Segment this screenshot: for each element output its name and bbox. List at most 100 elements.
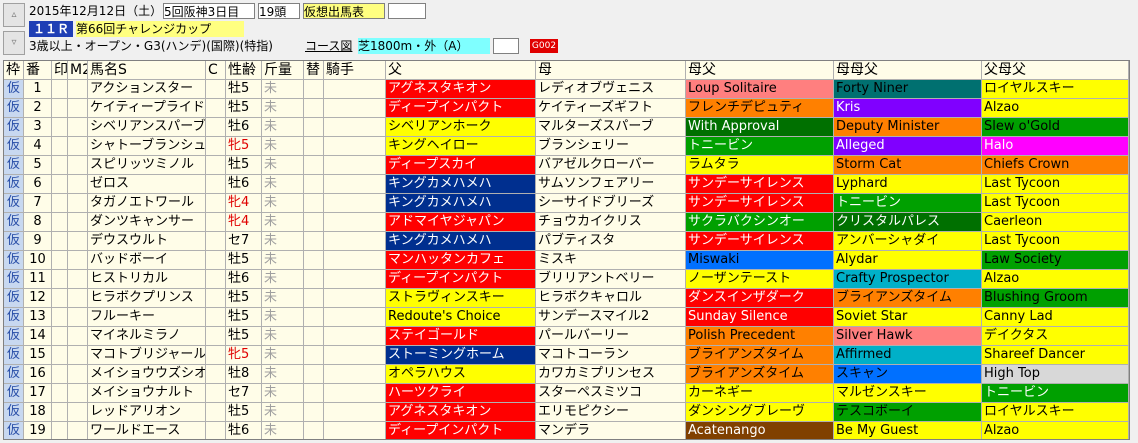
col-header-sire[interactable]: 父: [386, 61, 536, 79]
table-row[interactable]: 仮 7 タガノエトワール 牝4 未 キングカメハメハ シーサイドブリーズ サンデーサイレンスト…: [4, 194, 1129, 213]
col-header-bms-bms[interactable]: 母母父: [834, 61, 982, 79]
table-row[interactable]: 仮 8 ダンツキャンサー 牝4 未 アドマイヤジャパン チョウカイクリス サクラバクシンオーク…: [4, 213, 1129, 232]
jockey-name: [324, 422, 386, 439]
jockey-name: [324, 270, 386, 288]
table-row[interactable]: 仮 2 ケイティープライド 牡5 未 ディープインパクト ケイティーズギフト フレンチデピュテ…: [4, 99, 1129, 118]
weight-cell: 未: [262, 194, 304, 212]
mark-cell: [52, 232, 68, 250]
table-row[interactable]: 仮 18 レッドアリオン 牡5 未 アグネスタキオン エリモピクシー ダンシングブレーヴ テスコ…: [4, 403, 1129, 422]
jockey-change: [304, 327, 324, 345]
table-row[interactable]: 仮 10 バッドボーイ 牡5 未 マンハッタンカフェ ミスキ Miswaki Alydar Law…: [4, 251, 1129, 270]
col-header-horse-name[interactable]: 馬名S: [88, 61, 206, 79]
down-arrow-icon[interactable]: ▿: [3, 31, 25, 55]
mark-cell: [52, 80, 68, 98]
col-header-weight[interactable]: 斤量: [262, 61, 304, 79]
horse-name: メイショウナルト: [88, 384, 206, 402]
col-header-waku[interactable]: 枠: [4, 61, 24, 79]
jockey-name: [324, 403, 386, 421]
table-row[interactable]: 仮 16 メイショウウズシオ 牡8 未 オペラハウス カワカミプリンセス ブライアンズタイムス…: [4, 365, 1129, 384]
jockey-change: [304, 213, 324, 231]
waku-cell: 仮: [4, 99, 24, 117]
sex-age: 牡5: [226, 308, 262, 326]
col-header-m2[interactable]: M2: [68, 61, 88, 79]
table-row[interactable]: 仮 6 ゼロス 牡6 未 キングカメハメハ サムソンフェアリー サンデーサイレンス Lyphar…: [4, 175, 1129, 194]
blank-box[interactable]: [388, 3, 426, 19]
col-header-c[interactable]: C: [206, 61, 226, 79]
waku-cell: 仮: [4, 270, 24, 288]
broodmare-sire: フレンチデピュティ: [686, 99, 834, 117]
weight-cell: 未: [262, 289, 304, 307]
sire-name: Redoute's Choice: [386, 308, 536, 326]
weight-cell: 未: [262, 118, 304, 136]
jockey-name: [324, 194, 386, 212]
jockey-name: [324, 175, 386, 193]
sire-name: ディープインパクト: [386, 270, 536, 288]
m2-cell: [68, 232, 88, 250]
sire-sire: Last Tycoon: [982, 232, 1129, 250]
horse-number: 3: [24, 118, 52, 136]
sire-sire: High Top: [982, 365, 1129, 383]
jockey-change: [304, 403, 324, 421]
horse-number: 4: [24, 137, 52, 155]
table-row[interactable]: 仮 5 スピリッツミノル 牡5 未 ディープスカイ バアゼルクローバー ラムタラ Storm C…: [4, 156, 1129, 175]
up-arrow-icon[interactable]: ▵: [3, 3, 25, 27]
jockey-change: [304, 232, 324, 250]
table-row[interactable]: 仮 14 マイネルミラノ 牡5 未 ステイゴールド パールバーリー Polish Preced…: [4, 327, 1129, 346]
horse-number: 10: [24, 251, 52, 269]
blank-box-2[interactable]: [493, 38, 519, 54]
bms-bms: クリスタルパレス: [834, 213, 982, 231]
table-row[interactable]: 仮 11 ヒストリカル 牡6 未 ディープインパクト ブリリアントベリー ノーザンテースト Cr…: [4, 270, 1129, 289]
c-cell: [206, 403, 226, 421]
waku-cell: 仮: [4, 251, 24, 269]
weight-cell: 未: [262, 384, 304, 402]
col-header-sire-sire[interactable]: 父母父: [982, 61, 1129, 79]
waku-cell: 仮: [4, 308, 24, 326]
dam-name: チョウカイクリス: [536, 213, 686, 231]
course-map-link[interactable]: コース図: [305, 38, 355, 54]
sire-name: キングカメハメハ: [386, 232, 536, 250]
col-header-jockey-change[interactable]: 替: [304, 61, 324, 79]
table-row[interactable]: 仮 13 フルーキー 牡5 未 Redoute's Choice サンデースマイル2 Sund…: [4, 308, 1129, 327]
m2-cell: [68, 99, 88, 117]
course-info: 芝1800m・外（A）: [358, 38, 490, 54]
bms-bms: Forty Niner: [834, 80, 982, 98]
jockey-name: [324, 308, 386, 326]
race-conditions: 3歳以上・オープン・G3(ハンデ)(国際)(特指): [29, 39, 273, 53]
weight-cell: 未: [262, 327, 304, 345]
table-row[interactable]: 仮 1 アクションスター 牡5 未 アグネスタキオン レディオブヴェニス Loup Solit…: [4, 80, 1129, 99]
broodmare-sire: Loup Solitaire: [686, 80, 834, 98]
dam-name: レディオブヴェニス: [536, 80, 686, 98]
horse-name: シベリアンスパーブ: [90, 118, 206, 136]
scrollbar[interactable]: [1130, 60, 1138, 440]
table-row[interactable]: 仮 4 シャトーブランシュ 牝5 未 キングヘイロー ブランシェリー トニービン Alleged…: [4, 137, 1129, 156]
m2-cell: [68, 156, 88, 174]
sex-age: 牡5: [226, 156, 262, 174]
race-header: ▵ ▿ 2015年12月12日（土） 5回阪神3日目 19頭 仮想出馬表 １１Ｒ…: [0, 0, 1138, 60]
m2-cell: [68, 137, 88, 155]
col-header-sex-age[interactable]: 性齢: [226, 61, 262, 79]
col-header-mark[interactable]: 印: [52, 61, 68, 79]
waku-cell: 仮: [4, 422, 24, 439]
mark-cell: [52, 289, 68, 307]
horse-name: フルーキー: [88, 308, 206, 326]
sire-sire: Halo: [982, 137, 1129, 155]
col-header-jockey[interactable]: 騎手: [324, 61, 386, 79]
col-header-dam[interactable]: 母: [536, 61, 686, 79]
c-cell: [206, 232, 226, 250]
sire-sire: Alzao: [982, 99, 1129, 117]
c-cell: [206, 270, 226, 288]
horse-number: 8: [24, 213, 52, 231]
table-row[interactable]: 仮 19 ワールドエース 牡6 未 ディープインパクト マンデラ Acatenango Be M…: [4, 422, 1129, 439]
sire-name: ディープインパクト: [386, 422, 536, 439]
table-row[interactable]: 仮 12 ヒラボクプリンス 牡5 未 ストラヴィンスキー ヒラボクキャロル ダンスインザダーク…: [4, 289, 1129, 308]
m2-cell: [68, 270, 88, 288]
sex-age: 牝4: [226, 213, 262, 231]
col-header-broodmare-sire[interactable]: 母父: [686, 61, 834, 79]
c-cell: [206, 251, 226, 269]
table-row[interactable]: 仮 3 シベリアンスパーブ 牡6 未 シベリアンホーク マルターズスパーブ With Appr…: [4, 118, 1129, 137]
table-row[interactable]: 仮 17 メイショウナルト セ7 未 ハーツクライ スターペスミツコ カーネギー マルゼンスキー…: [4, 384, 1129, 403]
table-row[interactable]: 仮 9 デウスウルト セ7 未 キングカメハメハ パブティスタ サンデーサイレンス アンバーシャ…: [4, 232, 1129, 251]
col-header-ban[interactable]: 番: [24, 61, 52, 79]
waku-cell: 仮: [4, 118, 24, 136]
table-row[interactable]: 仮 15 マコトブリジャール 牝5 未 ストーミングホーム マコトコーラン ブライアンズタイム…: [4, 346, 1129, 365]
